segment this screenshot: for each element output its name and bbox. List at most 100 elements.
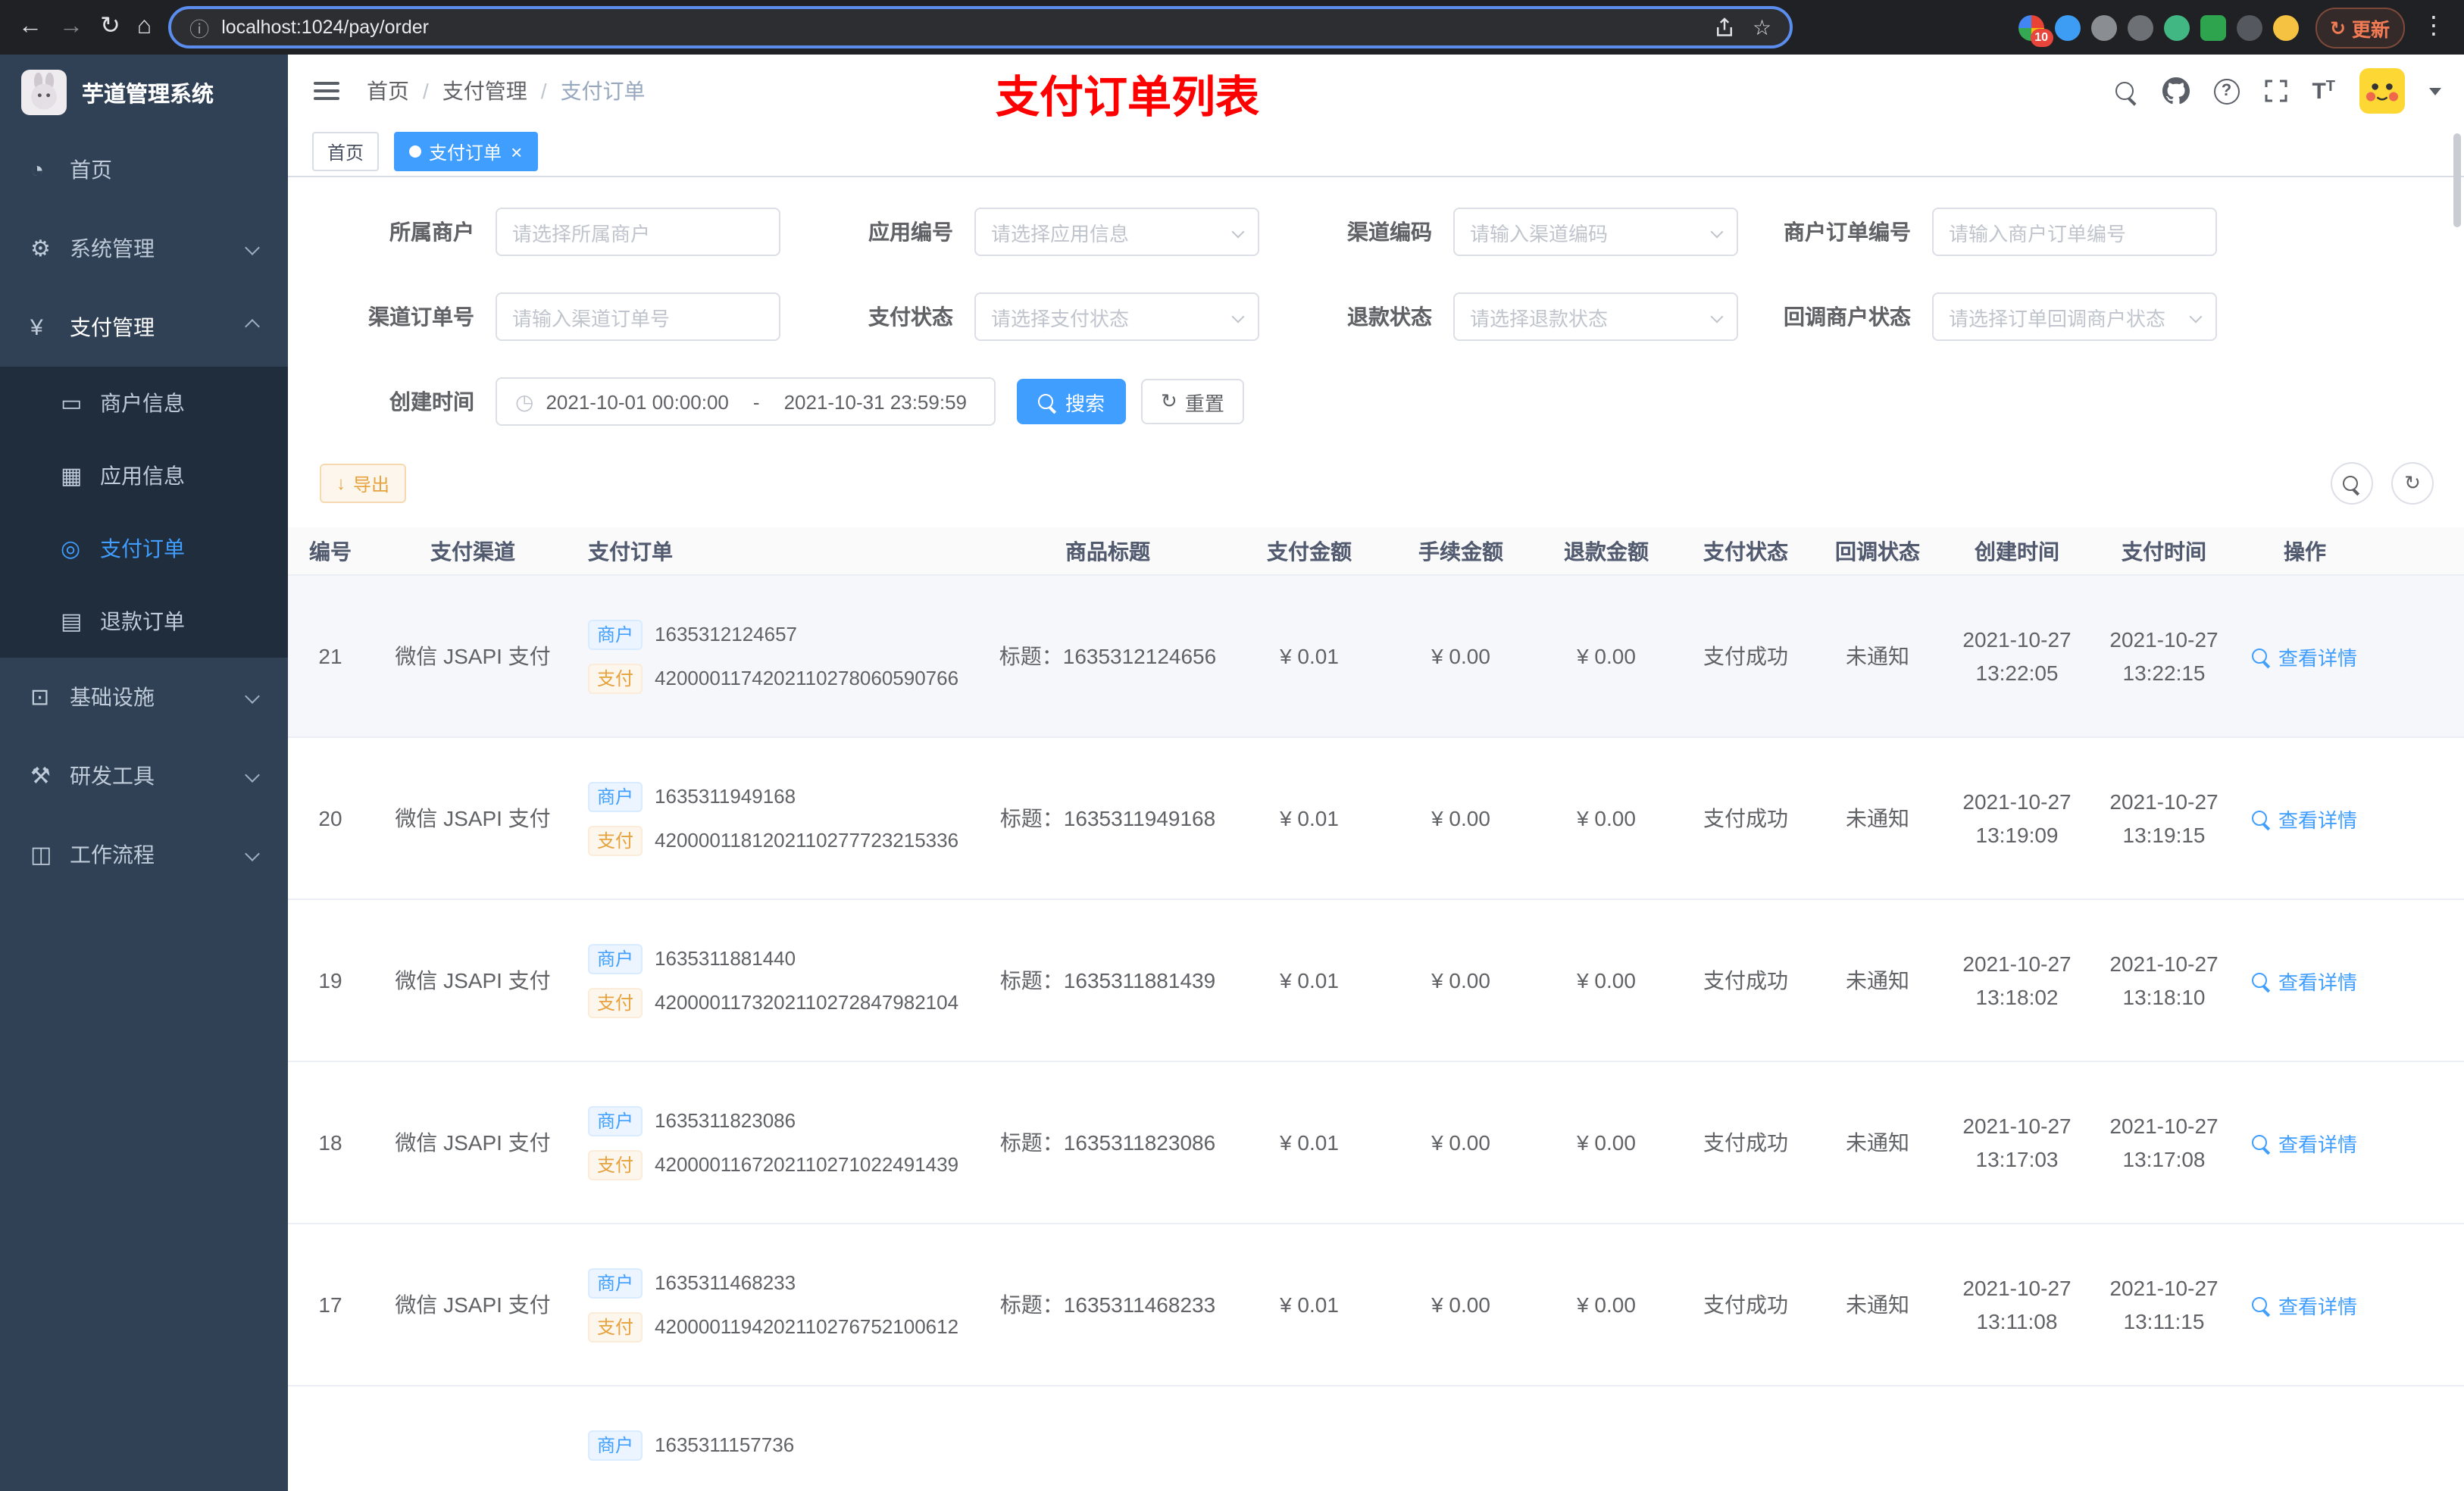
home-icon[interactable]: ⌂ bbox=[137, 14, 152, 39]
sidebar-item-workflow[interactable]: ◫ 工作流程 bbox=[0, 815, 288, 894]
toggle-search-button[interactable] bbox=[2331, 462, 2373, 505]
pay-order-line: 支付 4200001194202110276752100612 bbox=[588, 1311, 985, 1342]
placeholder-text: 请选择所属商户 bbox=[512, 222, 651, 245]
sidebar-item-label: 支付订单 bbox=[100, 536, 185, 561]
logo-avatar bbox=[21, 70, 67, 115]
sidebar-item-payment[interactable]: ¥ 支付管理 bbox=[0, 288, 288, 367]
extension-smiley-icon[interactable] bbox=[2272, 14, 2298, 40]
view-detail-link[interactable]: 查看详情 bbox=[2252, 1128, 2357, 1157]
sidebar-item-app-info[interactable]: ▦ 应用信息 bbox=[0, 439, 288, 512]
merchant-order-no: 1635311157736 bbox=[655, 1433, 795, 1456]
cell-amount: ¥ 0.01 bbox=[1280, 1130, 1339, 1155]
sidebar-item-system[interactable]: ⚙ 系统管理 bbox=[0, 209, 288, 288]
create-date: 2021-10-27 bbox=[1962, 1276, 2072, 1300]
tab-home[interactable]: 首页 bbox=[312, 132, 380, 171]
grid-icon: ▦ bbox=[61, 464, 83, 489]
user-avatar[interactable] bbox=[2359, 68, 2405, 114]
create-time-label: 创建时间 bbox=[389, 389, 474, 414]
extension-green-icon[interactable] bbox=[2200, 14, 2225, 40]
close-tab-icon[interactable]: × bbox=[511, 142, 522, 161]
magnifier-icon bbox=[2252, 808, 2272, 828]
site-info-icon[interactable]: ⓘ bbox=[189, 13, 209, 42]
extension-blue-icon[interactable] bbox=[2054, 14, 2080, 40]
update-button[interactable]: ↻ 更新 bbox=[2315, 7, 2405, 48]
sidebar-item-label: 系统管理 bbox=[70, 236, 155, 261]
search-icon[interactable] bbox=[2115, 80, 2137, 102]
extension-grey-icon[interactable] bbox=[2090, 14, 2116, 40]
merchant-input[interactable]: 请选择所属商户 bbox=[496, 208, 780, 256]
share-icon[interactable] bbox=[1713, 17, 1734, 38]
placeholder-text: 请选择支付状态 bbox=[991, 307, 1130, 330]
search-button[interactable]: 搜索 bbox=[1017, 379, 1127, 424]
refresh-table-button[interactable]: ↻ bbox=[2391, 462, 2434, 505]
breadcrumb-separator: / bbox=[540, 79, 547, 103]
extension-puzzle-icon[interactable] bbox=[2236, 14, 2262, 40]
browser-menu-icon[interactable]: ⋮ bbox=[2422, 14, 2446, 39]
channel-order-no-input[interactable]: 请输入渠道订单号 bbox=[496, 292, 780, 341]
refund-status-select[interactable]: 请选择退款状态 bbox=[1453, 292, 1738, 341]
reset-button[interactable]: ↻ 重置 bbox=[1141, 379, 1244, 424]
filter-refund-status: 退款状态 请选择退款状态 bbox=[1265, 292, 1744, 341]
date-range-input[interactable]: ◷ 2021-10-01 00:00:00 - 2021-10-31 23:59… bbox=[496, 377, 996, 426]
merchant-order-no-input[interactable]: 请输入商户订单编号 bbox=[1932, 208, 2217, 256]
sidebar-item-pay-order[interactable]: ◎ 支付订单 bbox=[0, 512, 288, 585]
cell-notify: 未通知 bbox=[1846, 1130, 1909, 1155]
breadcrumb-item[interactable]: 支付管理 bbox=[442, 76, 527, 106]
channel-code-select[interactable]: 请输入渠道编码 bbox=[1453, 208, 1738, 256]
sidebar-item-merchant-info[interactable]: ▭ 商户信息 bbox=[0, 367, 288, 439]
fullscreen-icon[interactable] bbox=[2263, 79, 2287, 103]
pay-status-select[interactable]: 请选择支付状态 bbox=[974, 292, 1259, 341]
notify-status-select[interactable]: 请选择订单回调商户状态 bbox=[1932, 292, 2217, 341]
bookmark-star-icon[interactable]: ☆ bbox=[1753, 14, 1771, 40]
view-detail-link[interactable]: 查看详情 bbox=[2252, 966, 2357, 995]
cell-pay-time: 2021-10-27 13:11:15 bbox=[2091, 1271, 2237, 1338]
tab-pay-order[interactable]: 支付订单 × bbox=[394, 132, 538, 171]
sidebar-item-refund-order[interactable]: ▤ 退款订单 bbox=[0, 585, 288, 658]
cell-channel: 微信 JSAPI 支付 bbox=[395, 1293, 551, 1317]
pay-time: 13:19:15 bbox=[2122, 823, 2206, 847]
cell-refund: ¥ 0.00 bbox=[1577, 968, 1636, 992]
page-title: 支付订单列表 bbox=[996, 74, 1260, 123]
reload-icon[interactable]: ↻ bbox=[100, 14, 120, 39]
merchant-order-no: 1635312124657 bbox=[655, 623, 798, 645]
column-header: 支付时间 bbox=[2122, 539, 2206, 563]
view-detail-link[interactable]: 查看详情 bbox=[2252, 804, 2357, 833]
sidebar: 芋道管理系统 ◔ 首页 ⚙ 系统管理 ¥ 支付管理 ▭ 商户信息 ▦ 应用信息 ◎ 支付订单 ▤ 退款订单… bbox=[0, 55, 288, 1491]
create-time: 13:11:08 bbox=[1976, 1309, 2058, 1333]
export-button[interactable]: ↓ 导出 bbox=[320, 464, 407, 503]
help-icon[interactable]: ? bbox=[2213, 78, 2240, 104]
topbar: 首页 / 支付管理 / 支付订单 支付订单列表 ? bbox=[288, 55, 2464, 127]
github-icon[interactable] bbox=[2162, 77, 2190, 105]
scrollbar-thumb[interactable] bbox=[2453, 133, 2461, 227]
font-size-icon[interactable] bbox=[2312, 78, 2335, 104]
sidebar-item-infrastructure[interactable]: ⊡ 基础设施 bbox=[0, 658, 288, 736]
sidebar-item-home[interactable]: ◔ 首页 bbox=[0, 130, 288, 209]
tools-icon: ⚒ bbox=[30, 764, 51, 789]
breadcrumb-item[interactable]: 首页 bbox=[367, 76, 409, 106]
filter-channel-order-no: 渠道订单号 请输入渠道订单号 bbox=[308, 292, 786, 341]
cell-fee: ¥ 0.00 bbox=[1431, 1293, 1490, 1317]
tab-label: 首页 bbox=[327, 142, 364, 163]
cell-fee: ¥ 0.00 bbox=[1431, 968, 1490, 992]
pay-order-no: 4200001194202110276752100612 bbox=[655, 1315, 959, 1338]
extension-vue-icon[interactable] bbox=[2163, 14, 2189, 40]
view-detail-link[interactable]: 查看详情 bbox=[2252, 1290, 2357, 1319]
table-row: 17 微信 JSAPI 支付 商户 1635311468233 支付 4200001194… bbox=[288, 1224, 2464, 1386]
chevron-down-icon[interactable] bbox=[2429, 87, 2441, 95]
filter-notify-status: 回调商户状态 请选择订单回调商户状态 bbox=[1744, 292, 2223, 341]
view-detail-link[interactable]: 查看详情 bbox=[2252, 642, 2357, 670]
sidebar-fold-icon[interactable] bbox=[311, 73, 342, 109]
back-icon[interactable]: ← bbox=[18, 14, 42, 39]
forward-icon[interactable]: → bbox=[59, 14, 83, 39]
app-logo[interactable]: 芋道管理系统 bbox=[0, 55, 288, 130]
address-bar[interactable]: ⓘ localhost:1024/pay/order ☆ bbox=[168, 6, 1793, 48]
merchant-tag: 商户 bbox=[588, 1268, 643, 1298]
app-id-select[interactable]: 请选择应用信息 bbox=[974, 208, 1259, 256]
create-date: 2021-10-27 bbox=[1962, 627, 2072, 652]
cell-notify: 未通知 bbox=[1846, 968, 1909, 992]
extension-dark-icon[interactable] bbox=[2127, 14, 2153, 40]
extension-colorful-icon[interactable]: 10 bbox=[2018, 14, 2053, 46]
pay-order-line: 支付 4200001173202110272847982104 bbox=[588, 987, 985, 1017]
cell-channel: 微信 JSAPI 支付 bbox=[395, 1130, 551, 1155]
sidebar-item-dev-tools[interactable]: ⚒ 研发工具 bbox=[0, 736, 288, 815]
